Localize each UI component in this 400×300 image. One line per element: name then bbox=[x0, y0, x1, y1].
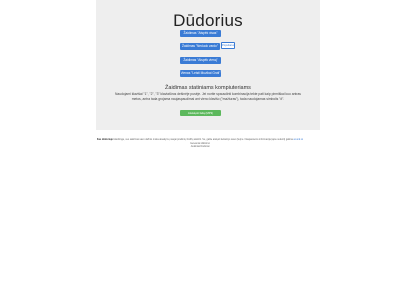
popular-badge: Populiarus bbox=[221, 42, 235, 49]
rules-description: Naudojami klavišai "1", "2", "3" klaviat… bbox=[115, 92, 301, 101]
page-title: Dūdorius bbox=[173, 11, 243, 30]
game-button-guess-one[interactable]: Žaidimas "Atspėk vieną" bbox=[180, 57, 221, 64]
footer: Kas dūdoriuje klavišinga, nes sakrtmai s… bbox=[88, 138, 312, 149]
footer-text: klavišinga, nes sakrtmai savo dažnis mok… bbox=[112, 138, 293, 141]
footer-line-3: Juokiniai Dūdoriai bbox=[190, 145, 210, 149]
game-button-no-name[interactable]: Žaidimas "Neduok vardo" bbox=[180, 43, 220, 50]
download-button[interactable]: Atsisiųsti failą (MP3) bbox=[180, 110, 221, 116]
footer-link[interactable]: at.unk.xx bbox=[294, 138, 304, 141]
footer-lead: Kas dūdoriuje bbox=[96, 138, 113, 141]
music-play-button[interactable]: Vienas "Leisti Muzikai Groti" bbox=[180, 70, 221, 77]
game-button-guess-all[interactable]: Žaidimas "Atspėk visas" bbox=[180, 30, 221, 37]
rules-heading: Žaidimas statiniams kompiuteriams bbox=[165, 85, 251, 91]
